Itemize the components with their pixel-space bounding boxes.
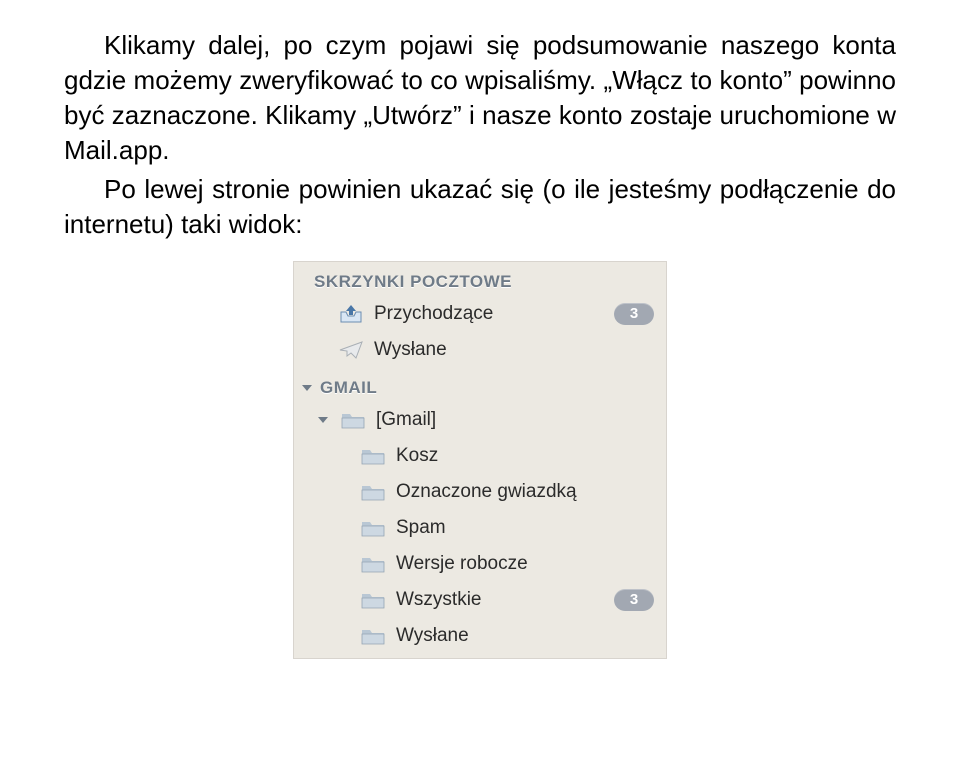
- folder-icon: [360, 480, 386, 504]
- gmail-parent-folder[interactable]: [Gmail]: [294, 402, 666, 438]
- section-header-mailboxes: SKRZYNKI POCZTOWE: [294, 262, 666, 296]
- disclosure-triangle-icon[interactable]: [302, 385, 312, 391]
- folder-icon: [360, 588, 386, 612]
- gmail-folder-all[interactable]: Wszystkie 3: [294, 582, 666, 618]
- paragraph-1: Klikamy dalej, po czym pojawi się podsum…: [64, 28, 896, 168]
- gmail-folder-spam-label: Spam: [396, 517, 654, 539]
- mailbox-inbox[interactable]: Przychodzące 3: [294, 296, 666, 332]
- gmail-folder-sent[interactable]: Wysłane: [294, 618, 666, 654]
- gmail-folder-starred[interactable]: Oznaczone gwiazdką: [294, 474, 666, 510]
- inbox-icon: [338, 302, 364, 326]
- folder-icon: [340, 408, 366, 432]
- gmail-parent-label: [Gmail]: [376, 409, 654, 431]
- section-header-gmail: GMAIL: [294, 368, 666, 402]
- paper-plane-icon: [338, 338, 364, 362]
- gmail-folder-all-label: Wszystkie: [396, 589, 604, 611]
- mail-sidebar: SKRZYNKI POCZTOWE Przychodzące 3 W: [293, 261, 667, 659]
- folder-icon: [360, 516, 386, 540]
- folder-icon: [360, 444, 386, 468]
- gmail-folder-drafts[interactable]: Wersje robocze: [294, 546, 666, 582]
- folder-icon: [360, 552, 386, 576]
- folder-icon: [360, 624, 386, 648]
- gmail-folder-trash-label: Kosz: [396, 445, 654, 467]
- mailbox-inbox-label: Przychodzące: [374, 303, 604, 325]
- paragraph-2: Po lewej stronie powinien ukazać się (o …: [64, 172, 896, 242]
- mailbox-sent-label: Wysłane: [374, 339, 654, 361]
- gmail-folder-all-badge: 3: [614, 589, 654, 611]
- disclosure-triangle-icon[interactable]: [318, 417, 328, 423]
- mailbox-sent[interactable]: Wysłane: [294, 332, 666, 368]
- gmail-folder-drafts-label: Wersje robocze: [396, 553, 654, 575]
- gmail-folder-trash[interactable]: Kosz: [294, 438, 666, 474]
- instruction-text: Klikamy dalej, po czym pojawi się podsum…: [64, 28, 896, 243]
- gmail-folder-spam[interactable]: Spam: [294, 510, 666, 546]
- section-header-gmail-label: GMAIL: [320, 378, 377, 398]
- mailbox-inbox-badge: 3: [614, 303, 654, 325]
- gmail-folder-sent-label: Wysłane: [396, 625, 654, 647]
- gmail-folder-starred-label: Oznaczone gwiazdką: [396, 481, 654, 503]
